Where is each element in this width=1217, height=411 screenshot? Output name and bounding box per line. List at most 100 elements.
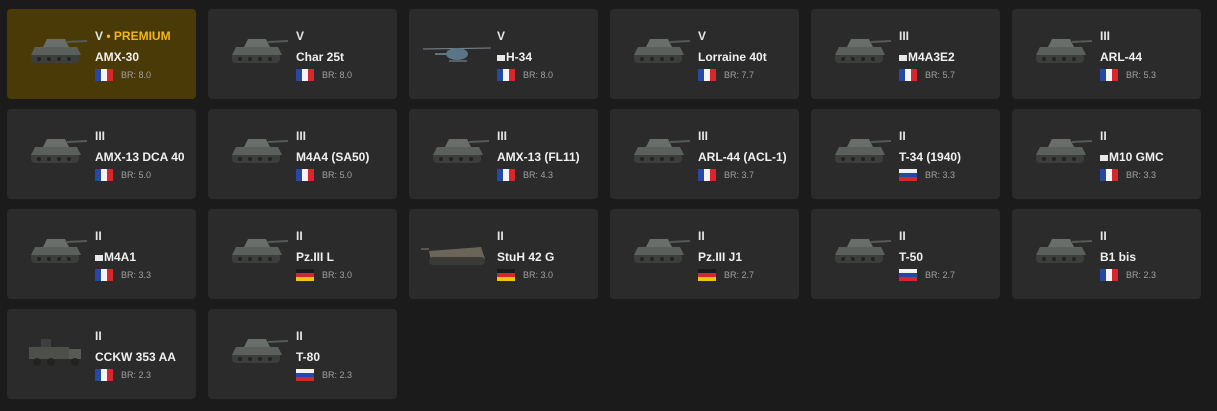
vehicle-name: M4A3E2 [908, 50, 955, 64]
vehicle-info: III AMX-13 (FL11) BR: 4.3 [497, 129, 592, 182]
vehicle-name: AMX-13 (FL11) [497, 150, 580, 164]
tank-icon [622, 129, 694, 173]
vehicle-name: M4A4 (SA50) [296, 150, 370, 164]
vehicle-name: ARL-44 (ACL-1) [698, 150, 787, 164]
vehicle-card[interactable]: III AMX-13 DCA 40 BR: 5.0 [7, 109, 196, 199]
vehicle-card[interactable]: II M10 GMC BR: 3.3 [1012, 109, 1201, 199]
vehicle-meta: BR: 3.3 [1100, 168, 1195, 182]
vehicle-meta: BR: 5.0 [95, 168, 190, 182]
vehicle-tier: II [899, 229, 994, 244]
vehicle-tier: III [296, 129, 391, 144]
vehicle-card[interactable]: II Pz.III L BR: 3.0 [208, 209, 397, 299]
vehicle-info: II T-34 (1940) BR: 3.3 [899, 129, 994, 182]
vehicle-name: ARL-44 [1100, 50, 1143, 64]
tier-label: III [899, 29, 910, 43]
vehicle-card[interactable]: II StuH 42 G BR: 3.0 [409, 209, 598, 299]
vehicle-card[interactable]: V • PREMIUM AMX-30 BR: 8.0 [7, 9, 196, 99]
battle-rating: BR: 3.3 [1126, 170, 1157, 180]
battle-rating: BR: 5.3 [1126, 70, 1157, 80]
helicopter-icon [421, 29, 493, 73]
battle-rating: BR: 5.7 [925, 70, 956, 80]
tank-icon [220, 29, 292, 73]
vehicle-meta: BR: 5.7 [899, 68, 994, 82]
vehicle-name: T-34 (1940) [899, 150, 962, 164]
vehicle-name-row: AMX-30 [95, 50, 190, 65]
battle-rating: BR: 8.0 [121, 70, 152, 80]
vehicle-tier: II [698, 229, 793, 244]
vehicle-card[interactable]: V H-34 BR: 8.0 [409, 9, 598, 99]
battle-rating: BR: 2.3 [322, 370, 353, 380]
tier-label: II [1100, 129, 1107, 143]
battle-rating: BR: 3.0 [523, 270, 554, 280]
vehicle-card[interactable]: V Char 25t BR: 8.0 [208, 9, 397, 99]
battle-rating: BR: 4.3 [523, 170, 554, 180]
vehicle-card[interactable]: II CCKW 353 AA BR: 2.3 [7, 309, 196, 399]
vehicle-card[interactable]: II M4A1 BR: 3.3 [7, 209, 196, 299]
vehicle-meta: BR: 4.3 [497, 168, 592, 182]
vehicle-card[interactable]: III M4A3E2 BR: 5.7 [811, 9, 1000, 99]
vehicle-name: T-50 [899, 250, 924, 264]
acquired-marker-icon [899, 55, 907, 61]
vehicle-name-row: AMX-13 DCA 40 [95, 150, 190, 165]
russia-flag-icon [296, 369, 314, 381]
vehicle-meta: BR: 8.0 [95, 68, 190, 82]
vehicle-card[interactable]: II T-50 BR: 2.7 [811, 209, 1000, 299]
vehicle-card[interactable]: II Pz.III J1 BR: 2.7 [610, 209, 799, 299]
vehicle-meta: BR: 5.0 [296, 168, 391, 182]
france-flag-icon [1100, 169, 1118, 181]
spaa-icon [19, 129, 91, 173]
vehicle-name-row: M4A4 (SA50) [296, 150, 391, 165]
tank-icon [220, 229, 292, 273]
battle-rating: BR: 7.7 [724, 70, 755, 80]
tier-label: III [95, 129, 106, 143]
france-flag-icon [95, 69, 113, 81]
vehicle-name-row: Char 25t [296, 50, 391, 65]
vehicle-meta: BR: 3.3 [95, 268, 190, 282]
vehicle-meta: BR: 2.7 [698, 268, 793, 282]
vehicle-tier: III [95, 129, 190, 144]
vehicle-name-row: AMX-13 (FL11) [497, 150, 592, 165]
vehicle-name-row: StuH 42 G [497, 250, 592, 265]
vehicle-card[interactable]: II B1 bis BR: 2.3 [1012, 209, 1201, 299]
vehicle-info: II Pz.III J1 BR: 2.7 [698, 229, 793, 282]
vehicle-card[interactable]: III ARL-44 (ACL-1) BR: 3.7 [610, 109, 799, 199]
vehicle-card[interactable]: III ARL-44 BR: 5.3 [1012, 9, 1201, 99]
france-flag-icon [497, 69, 515, 81]
vehicle-name-row: T-80 [296, 350, 391, 365]
germany-flag-icon [698, 269, 716, 281]
tank-icon [1024, 29, 1096, 73]
vehicle-meta: BR: 2.3 [95, 368, 190, 382]
france-flag-icon [1100, 269, 1118, 281]
vehicle-name-row: M4A1 [95, 250, 190, 265]
tier-label: II [698, 229, 705, 243]
vehicle-tier: V • PREMIUM [95, 29, 190, 44]
france-flag-icon [698, 69, 716, 81]
vehicle-name: T-80 [296, 350, 321, 364]
vehicle-meta: BR: 5.3 [1100, 68, 1195, 82]
vehicle-info: II M4A1 BR: 3.3 [95, 229, 190, 282]
vehicle-info: II B1 bis BR: 2.3 [1100, 229, 1195, 282]
tank-destroyer-icon [1024, 129, 1096, 173]
vehicle-card[interactable]: III M4A4 (SA50) BR: 5.0 [208, 109, 397, 199]
vehicle-meta: BR: 2.3 [296, 368, 391, 382]
vehicle-card[interactable]: II T-34 (1940) BR: 3.3 [811, 109, 1000, 199]
premium-badge: • PREMIUM [106, 29, 171, 43]
acquired-marker-icon [497, 55, 505, 61]
vehicle-name: Lorraine 40t [698, 50, 767, 64]
vehicle-info: II T-50 BR: 2.7 [899, 229, 994, 282]
tank-icon [19, 29, 91, 73]
vehicle-info: V Char 25t BR: 8.0 [296, 29, 391, 82]
battle-rating: BR: 2.7 [925, 270, 956, 280]
tier-label: II [899, 129, 906, 143]
vehicle-name-row: H-34 [497, 50, 592, 65]
vehicle-card[interactable]: III AMX-13 (FL11) BR: 4.3 [409, 109, 598, 199]
battle-rating: BR: 5.0 [121, 170, 152, 180]
vehicle-card[interactable]: II T-80 BR: 2.3 [208, 309, 397, 399]
battle-rating: BR: 2.3 [1126, 270, 1157, 280]
vehicle-name-row: B1 bis [1100, 250, 1195, 265]
vehicle-name: Pz.III J1 [698, 250, 743, 264]
vehicle-name: AMX-30 [95, 50, 140, 64]
vehicle-card[interactable]: V Lorraine 40t BR: 7.7 [610, 9, 799, 99]
tier-label: V [95, 29, 104, 43]
germany-flag-icon [296, 269, 314, 281]
